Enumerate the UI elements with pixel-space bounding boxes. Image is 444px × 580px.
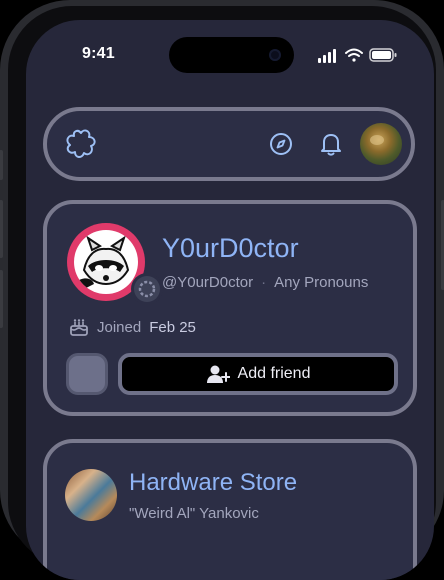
phone-bezel: 9:41 Y0urD0ctor @Y0urD0ctor · Any Pronou… — [8, 6, 436, 580]
screen: 9:41 Y0urD0ctor @Y0urD0ctor · Any Pronou… — [26, 20, 434, 580]
profile-pronouns: Any Pronouns — [274, 274, 369, 291]
track-artist: "Weird Al" Yankovic — [129, 505, 259, 522]
joined-row: Joined Feb 25 — [69, 317, 196, 337]
phone-side-button — [0, 150, 3, 180]
profile-display-name: Y0urD0ctor — [162, 233, 299, 263]
camera-icon — [269, 49, 281, 61]
signal-icon — [318, 49, 336, 63]
wifi-icon — [345, 48, 363, 62]
phone-side-button — [0, 270, 3, 328]
person-plus-icon — [206, 365, 230, 383]
raccoon-mascot-icon — [76, 235, 130, 290]
album-art — [65, 469, 117, 521]
joined-label: Joined — [97, 318, 142, 336]
meta-separator: · — [261, 274, 267, 291]
profile-meta: @Y0urD0ctor · Any Pronouns — [162, 274, 368, 291]
add-friend-button[interactable]: Add friend — [118, 353, 398, 395]
dynamic-island — [169, 37, 294, 73]
presence-badge — [134, 276, 160, 302]
add-friend-label: Add friend — [237, 365, 311, 382]
compass-icon[interactable] — [269, 132, 293, 156]
status-ring-icon — [138, 280, 156, 298]
profile-card: Y0urD0ctor @Y0urD0ctor · Any Pronouns Jo… — [43, 200, 417, 416]
track-title: Hardware Store — [129, 469, 298, 496]
status-time: 9:41 — [82, 45, 115, 62]
now-playing-card[interactable]: Hardware Store "Weird Al" Yankovic — [43, 439, 417, 580]
flower-logo-icon[interactable] — [64, 129, 98, 159]
profile-handle: @Y0urD0ctor — [162, 274, 254, 291]
phone-side-button — [0, 200, 3, 258]
bell-icon[interactable] — [319, 131, 343, 157]
top-navigation-bar — [43, 107, 415, 181]
cake-icon — [70, 319, 88, 336]
profile-avatar-image — [74, 230, 138, 294]
phone-frame: 9:41 Y0urD0ctor @Y0urD0ctor · Any Pronou… — [0, 0, 444, 580]
joined-date: Feb 25 — [149, 318, 196, 336]
more-options-button[interactable] — [66, 353, 108, 395]
user-avatar[interactable] — [360, 123, 402, 165]
status-icons — [318, 48, 397, 63]
battery-icon — [369, 48, 397, 62]
status-bar: 9:41 — [26, 20, 434, 80]
